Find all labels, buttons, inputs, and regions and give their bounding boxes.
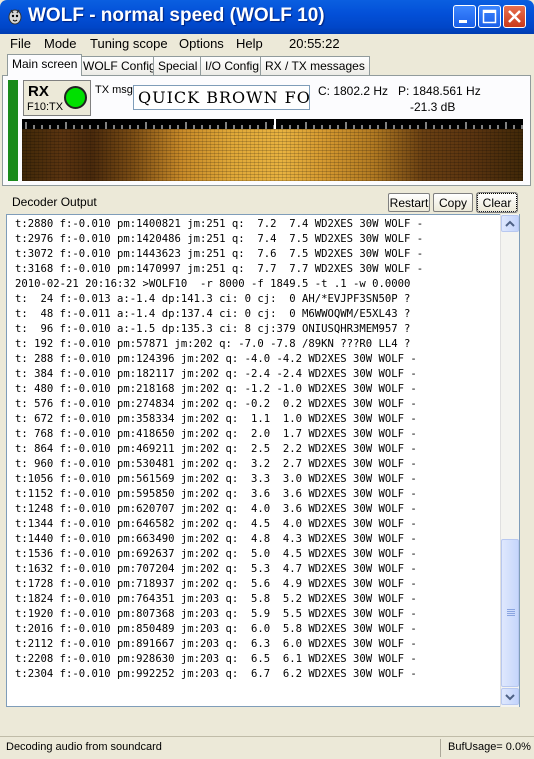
arrow-up-icon xyxy=(505,220,515,227)
minimize-icon xyxy=(459,20,467,23)
grip-line xyxy=(507,615,515,616)
status-bar: Decoding audio from soundcard BufUsage= … xyxy=(0,736,534,759)
tab-wolf-config[interactable]: WOLF Config xyxy=(78,56,161,75)
decoder-output-label: Decoder Output xyxy=(12,195,97,209)
decoder-line: t: 576 f:-0.010 pm:274834 jm:202 q: -0.2… xyxy=(15,398,417,410)
decoder-line: t: 96 f:-0.010 a:-1.5 dp:135.3 ci: 8 cj:… xyxy=(15,323,411,335)
decoder-line: t: 480 f:-0.010 pm:218168 jm:202 q: -1.2… xyxy=(15,383,417,395)
tab-special[interactable]: Special xyxy=(153,56,203,75)
tx-msg-input[interactable]: QUICK BROWN FOX xyxy=(133,85,310,110)
decoder-line: t:1056 f:-0.010 pm:561569 jm:202 q: 3.3 … xyxy=(15,473,417,485)
menu-file[interactable]: File xyxy=(10,36,31,51)
maximize-button[interactable] xyxy=(478,5,501,28)
decoder-line: t: 288 f:-0.010 pm:124396 jm:202 q: -4.0… xyxy=(15,353,417,365)
copy-button[interactable]: Copy xyxy=(433,193,473,212)
tab-main-screen[interactable]: Main screen xyxy=(7,54,83,76)
decoder-line: t: 48 f:-0.011 a:-1.4 dp:137.4 ci: 0 cj:… xyxy=(15,308,411,320)
waterfall-texture xyxy=(22,129,523,181)
scroll-up-button[interactable] xyxy=(501,215,519,232)
clock: 20:55:22 xyxy=(289,36,340,51)
center-frequency: C: 1802.2 Hz xyxy=(318,84,389,98)
decoder-line: t: 384 f:-0.010 pm:182117 jm:202 q: -2.4… xyxy=(15,368,417,380)
decoder-line: t:1920 f:-0.010 pm:807368 jm:203 q: 5.9 … xyxy=(15,608,417,620)
menu-mode[interactable]: Mode xyxy=(44,36,77,51)
decoder-line: t: 864 f:-0.010 pm:469211 jm:202 q: 2.5 … xyxy=(15,443,417,455)
scroll-thumb[interactable] xyxy=(501,539,519,687)
waterfall-display[interactable] xyxy=(22,129,523,181)
decoder-line: t:1632 f:-0.010 pm:707204 jm:202 q: 5.3 … xyxy=(15,563,417,575)
maximize-icon xyxy=(482,9,497,24)
grip-line xyxy=(507,611,515,612)
grip-line xyxy=(507,613,515,614)
decoder-line: t:3168 f:-0.010 pm:1470997 jm:251 q: 7.7… xyxy=(15,263,424,275)
restart-button[interactable]: Restart xyxy=(388,193,430,212)
menu-bar: File Mode Tuning scope Options Help 20:5… xyxy=(0,34,534,54)
decoder-output-text[interactable]: t:2880 f:-0.010 pm:1400821 jm:251 q: 7.2… xyxy=(6,214,520,707)
clear-button[interactable]: Clear xyxy=(476,192,518,213)
minimize-button[interactable] xyxy=(453,5,476,28)
decoder-line: t:2112 f:-0.010 pm:891667 jm:203 q: 6.3 … xyxy=(15,638,417,650)
peak-frequency: P: 1848.561 Hz xyxy=(398,84,481,98)
tab-io-config[interactable]: I/O Config xyxy=(200,56,265,75)
title-bar[interactable]: WOLF - normal speed (WOLF 10) xyxy=(0,0,534,34)
decoder-line: t: 24 f:-0.013 a:-1.4 dp:141.3 ci: 0 cj:… xyxy=(15,293,411,305)
decoder-line: t:1152 f:-0.010 pm:595850 jm:202 q: 3.6 … xyxy=(15,488,417,500)
tab-strip: Main screen WOLF Config Special I/O Conf… xyxy=(0,54,534,76)
mode-label: RX xyxy=(28,83,49,100)
decoder-line: 2010-02-21 20:16:32 >WOLF10 -r 8000 -f 1… xyxy=(15,278,411,290)
tab-rx-tx-messages[interactable]: RX / TX messages xyxy=(260,56,370,75)
arrow-down-icon xyxy=(505,694,515,701)
signal-level: -21.3 dB xyxy=(410,100,456,114)
decoder-line: t:2208 f:-0.010 pm:928630 jm:203 q: 6.5 … xyxy=(15,653,417,665)
decoder-line: t:1728 f:-0.010 pm:718937 jm:202 q: 5.6 … xyxy=(15,578,417,590)
decoder-line: t:1440 f:-0.010 pm:663490 jm:202 q: 4.8 … xyxy=(15,533,417,545)
decoder-line: t:1344 f:-0.010 pm:646582 jm:202 q: 4.5 … xyxy=(15,518,417,530)
wolf-app-icon xyxy=(8,9,22,25)
status-separator xyxy=(440,739,441,757)
decoder-line: t:1536 f:-0.010 pm:692637 jm:202 q: 5.0 … xyxy=(15,548,417,560)
vertical-scrollbar[interactable] xyxy=(500,214,519,707)
signal-indicator-bar xyxy=(8,80,18,181)
tx-msg-label: TX msg xyxy=(95,84,133,96)
decoder-line: t: 192 f:-0.010 pm:57871 jm:202 q: -7.0 … xyxy=(15,338,411,350)
close-button[interactable] xyxy=(503,5,526,28)
menu-help[interactable]: Help xyxy=(236,36,263,51)
decoder-line: t:1248 f:-0.010 pm:620707 jm:202 q: 4.0 … xyxy=(15,503,417,515)
decoder-line: t:2016 f:-0.010 pm:850489 jm:203 q: 6.0 … xyxy=(15,623,417,635)
menu-options[interactable]: Options xyxy=(179,36,224,51)
rx-status-light xyxy=(64,86,87,109)
decoder-line: t:3072 f:-0.010 pm:1443623 jm:251 q: 7.6… xyxy=(15,248,424,260)
scroll-down-button[interactable] xyxy=(501,688,519,705)
decoder-line: t:2880 f:-0.010 pm:1400821 jm:251 q: 7.2… xyxy=(15,218,424,230)
decoder-line: t:2976 f:-0.010 pm:1420486 jm:251 q: 7.4… xyxy=(15,233,424,245)
mode-sub-label: F10:TX xyxy=(27,101,64,113)
decoder-line: t:1824 f:-0.010 pm:764351 jm:203 q: 5.8 … xyxy=(15,593,417,605)
window-title: WOLF - normal speed (WOLF 10) xyxy=(28,5,325,26)
rx-tx-toggle[interactable]: RX F10:TX xyxy=(23,80,91,116)
status-message: Decoding audio from soundcard xyxy=(6,741,162,753)
decoder-line: t: 768 f:-0.010 pm:418650 jm:202 q: 2.0 … xyxy=(15,428,417,440)
decoder-lines: t:2880 f:-0.010 pm:1400821 jm:251 q: 7.2… xyxy=(15,217,423,682)
decoder-line: t:2304 f:-0.010 pm:992252 jm:203 q: 6.7 … xyxy=(15,668,417,680)
decoder-line: t: 960 f:-0.010 pm:530481 jm:202 q: 3.2 … xyxy=(15,458,417,470)
buffer-usage: BufUsage= 0.0% xyxy=(448,741,531,753)
close-icon xyxy=(508,10,521,23)
app-window: WOLF - normal speed (WOLF 10) File Mode … xyxy=(0,0,534,759)
decoder-line: t: 672 f:-0.010 pm:358334 jm:202 q: 1.1 … xyxy=(15,413,417,425)
menu-tuning-scope[interactable]: Tuning scope xyxy=(90,36,168,51)
grip-line xyxy=(507,609,515,610)
frequency-scale[interactable] xyxy=(22,119,523,129)
